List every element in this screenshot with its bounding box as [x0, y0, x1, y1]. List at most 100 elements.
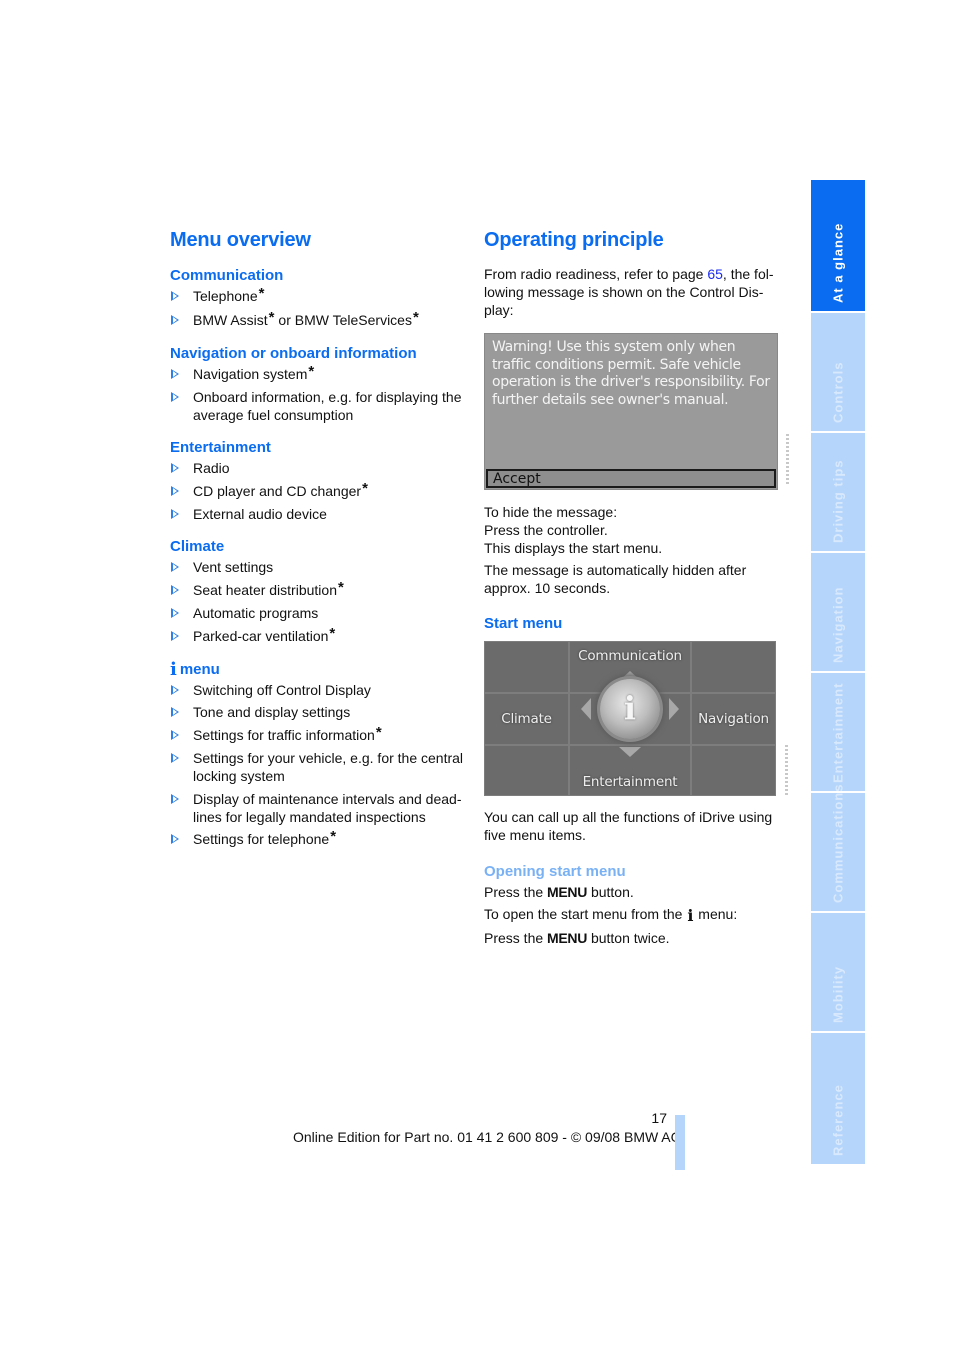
bullet-triangle-icon — [171, 485, 179, 496]
list-item: Seat heater distribution* — [170, 578, 465, 600]
section-heading: Climate — [170, 538, 225, 555]
bullet-triangle-icon — [171, 608, 179, 618]
opening-start-menu-heading: Opening start menu — [484, 863, 626, 880]
bullet-triangle-icon — [171, 314, 179, 325]
section-heading: i menu — [170, 658, 220, 680]
start-menu-navigation: Navigation — [698, 711, 769, 727]
list-item: Settings for your vehicle, e.g. for the … — [170, 749, 465, 785]
warning-message: Warning! Use this system only when traff… — [492, 339, 770, 408]
page-reference-link[interactable]: 65 — [707, 266, 723, 282]
bullet-triangle-icon — [171, 463, 179, 473]
bullet-triangle-icon — [171, 562, 179, 572]
list-item: Navigation system* — [170, 362, 465, 384]
image-reference-code — [785, 745, 788, 795]
menu-cell-right[interactable]: Navigation — [691, 693, 776, 745]
open-from-i-line: To open the start menu from the i menu: — [484, 906, 738, 925]
bullet-triangle-icon — [171, 753, 179, 763]
hide-line: To hide the message: — [484, 504, 618, 520]
operating-principle-column: Operating principle From radio readiness… — [484, 226, 789, 951]
section-heading: Navigation or onboard information — [170, 344, 417, 362]
hide-line: This displays the start menu. — [484, 540, 663, 556]
optional-star-icon: * — [412, 308, 419, 326]
optional-star-icon: * — [268, 308, 275, 326]
hide-line: Press the controller. — [484, 522, 608, 538]
list-item: BMW Assist* or BMW TeleServices* — [170, 308, 465, 330]
menu-button-label: MENU — [547, 884, 588, 900]
bullet-triangle-icon — [171, 392, 179, 402]
accept-button[interactable]: Accept — [486, 469, 776, 488]
tab-driving-tips[interactable]: Driving tips — [811, 433, 865, 551]
press-menu-line: Press the MENU button. — [484, 884, 634, 900]
arrow-down-icon — [619, 747, 641, 757]
menu-overview-title: Menu overview — [170, 229, 311, 251]
bullet-triangle-icon — [171, 509, 179, 519]
bullet-triangle-icon — [171, 793, 179, 804]
section-communication: Communication Telephone* BMW Assist* or … — [170, 265, 465, 330]
menu-button-label: MENU — [547, 930, 588, 946]
bullet-triangle-icon — [171, 684, 179, 695]
bullet-triangle-icon — [171, 630, 179, 641]
optional-star-icon: * — [330, 828, 337, 845]
list-item: Parked-car ventilation* — [170, 624, 465, 646]
bullet-triangle-icon — [171, 368, 179, 379]
section-entertainment: Entertainment Radio CD player and CD cha… — [170, 437, 465, 523]
i-info-icon: i — [170, 658, 177, 680]
list-item: Telephone* — [170, 285, 465, 306]
start-menu-climate: Climate — [501, 711, 552, 727]
image-reference-code — [786, 434, 789, 486]
tab-mobility[interactable]: Mobility — [811, 913, 865, 1031]
menu-cell — [484, 745, 569, 796]
bullet-triangle-icon — [171, 584, 179, 595]
tab-controls[interactable]: Controls — [811, 313, 865, 431]
arrow-right-icon — [669, 698, 679, 720]
page-number: 17 — [651, 1110, 667, 1126]
i-info-icon: i — [687, 906, 694, 925]
press-twice-line: Press the MENU button twice. — [484, 930, 670, 946]
bullet-triangle-icon — [171, 707, 179, 717]
list-item: Settings for telephone* — [170, 828, 465, 849]
list-item: Tone and display settings — [170, 703, 465, 721]
tab-communications[interactable]: Communications — [811, 784, 865, 911]
list-item: Display of maintenance intervals and dea… — [170, 790, 465, 826]
start-menu-entertainment: Entertainment — [582, 774, 678, 790]
optional-star-icon: * — [337, 578, 344, 596]
tab-entertainment[interactable]: Entertainment — [811, 673, 865, 791]
menu-cell — [691, 641, 776, 693]
idrive-text: You can call up all the functions of iDr… — [484, 809, 773, 843]
list-item: Onboard information, e.g. for displaying… — [170, 388, 465, 424]
tab-reference[interactable]: Reference — [811, 1033, 865, 1164]
footer-marker-bar — [675, 1115, 685, 1170]
tab-navigation[interactable]: Navigation — [811, 553, 865, 671]
operating-principle-title: Operating principle — [484, 229, 664, 251]
auto-hide-text: The message is automatically hidden afte… — [484, 562, 747, 596]
list-item: CD player and CD changer* — [170, 479, 465, 501]
bullet-triangle-icon — [171, 291, 179, 301]
section-i-menu: i menu Switching off Control Display Tone… — [170, 659, 465, 850]
section-heading: Entertainment — [170, 439, 271, 456]
start-menu-communication: Communication — [578, 648, 682, 664]
controller-knob-icon[interactable]: i — [600, 679, 660, 739]
list-item: External audio device — [170, 505, 465, 523]
menu-cell-left[interactable]: Climate — [484, 693, 569, 745]
section-heading: Communication — [170, 267, 284, 284]
tab-at-a-glance[interactable]: At a glance — [811, 180, 865, 311]
edition-footer: Online Edition for Part no. 01 41 2 600 … — [293, 1129, 682, 1145]
optional-star-icon: * — [329, 624, 336, 642]
list-item: Automatic programs — [170, 604, 465, 622]
chapter-tabs: At a glance Controls Driving tips Naviga… — [811, 180, 865, 1166]
list-item: Switching off Control Display — [170, 681, 465, 699]
start-menu-screenshot: Communication Climate Navigation Enterta… — [484, 641, 788, 796]
list-item: Radio — [170, 459, 465, 477]
section-climate: Climate Vent settings Seat heater distri… — [170, 536, 465, 646]
menu-cell — [691, 745, 776, 796]
optional-star-icon: * — [362, 479, 368, 497]
list-item: Vent settings — [170, 558, 465, 576]
section-navigation: Navigation or onboard information Naviga… — [170, 343, 465, 425]
optional-star-icon: * — [308, 362, 315, 380]
menu-cell — [484, 641, 569, 693]
bullet-triangle-icon — [171, 729, 179, 740]
arrow-left-icon — [581, 698, 591, 720]
i-info-icon: i — [623, 689, 637, 727]
optional-star-icon: * — [375, 723, 382, 741]
list-item: Settings for traffic information* — [170, 723, 465, 745]
